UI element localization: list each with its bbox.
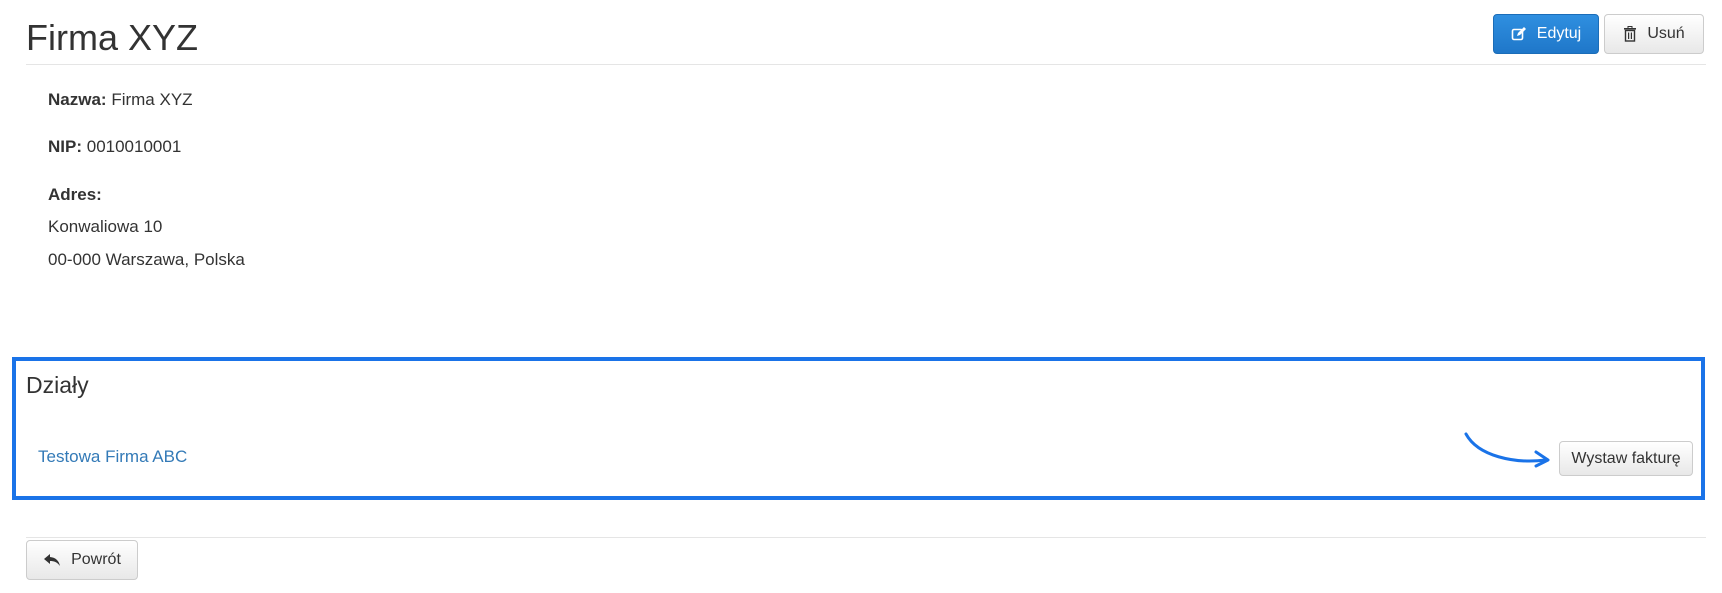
- page-header: Firma XYZ: [26, 0, 1706, 65]
- reply-arrow-icon: [43, 553, 61, 567]
- footer-divider: [26, 537, 1706, 538]
- issue-invoice-button[interactable]: Wystaw fakturę: [1559, 441, 1693, 476]
- highlight-frame: [12, 357, 1705, 500]
- page-title: Firma XYZ: [26, 17, 199, 58]
- back-button[interactable]: Powrót: [26, 540, 138, 580]
- detail-address: Adres:: [48, 185, 102, 205]
- address-line-1: Konwaliowa 10: [48, 217, 163, 236]
- edit-button-label: Edytuj: [1536, 25, 1582, 42]
- back-button-label: Powrót: [71, 551, 121, 568]
- departments-title: Działy: [26, 372, 89, 398]
- detail-name-label: Nazwa:: [48, 90, 107, 109]
- delete-button-label: Usuń: [1647, 25, 1685, 42]
- detail-nip-label: NIP:: [48, 137, 82, 156]
- trash-icon: [1623, 26, 1637, 42]
- detail-address-label: Adres:: [48, 185, 102, 204]
- detail-name-value: Firma XYZ: [111, 90, 193, 109]
- detail-name: Nazwa: Firma XYZ: [48, 90, 193, 110]
- edit-button[interactable]: Edytuj: [1493, 14, 1599, 54]
- detail-nip: NIP: 0010010001: [48, 137, 181, 157]
- address-line-2: 00-000 Warszawa, Polska: [48, 250, 245, 269]
- detail-nip-value: 0010010001: [86, 137, 182, 156]
- edit-icon: [1511, 26, 1527, 42]
- curved-arrow-icon: [1462, 428, 1558, 473]
- delete-button[interactable]: Usuń: [1604, 14, 1704, 54]
- department-link[interactable]: Testowa Firma ABC: [38, 447, 187, 467]
